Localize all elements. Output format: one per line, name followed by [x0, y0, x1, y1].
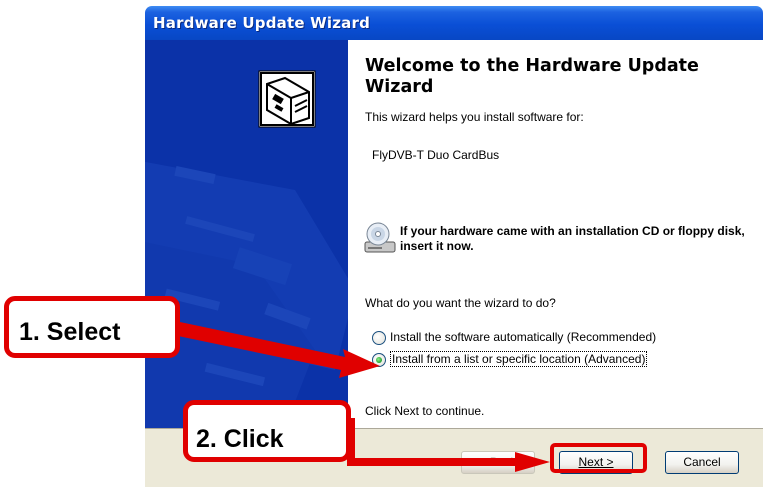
annotation-arrows [178, 322, 550, 472]
callout-click: 2. Click [183, 400, 351, 462]
arrow-to-next-line [347, 418, 520, 466]
next-button-highlight [550, 443, 647, 473]
callout-select: 1. Select [4, 296, 180, 358]
arrow-to-option [178, 322, 380, 378]
arrow-to-next-head [515, 452, 550, 472]
